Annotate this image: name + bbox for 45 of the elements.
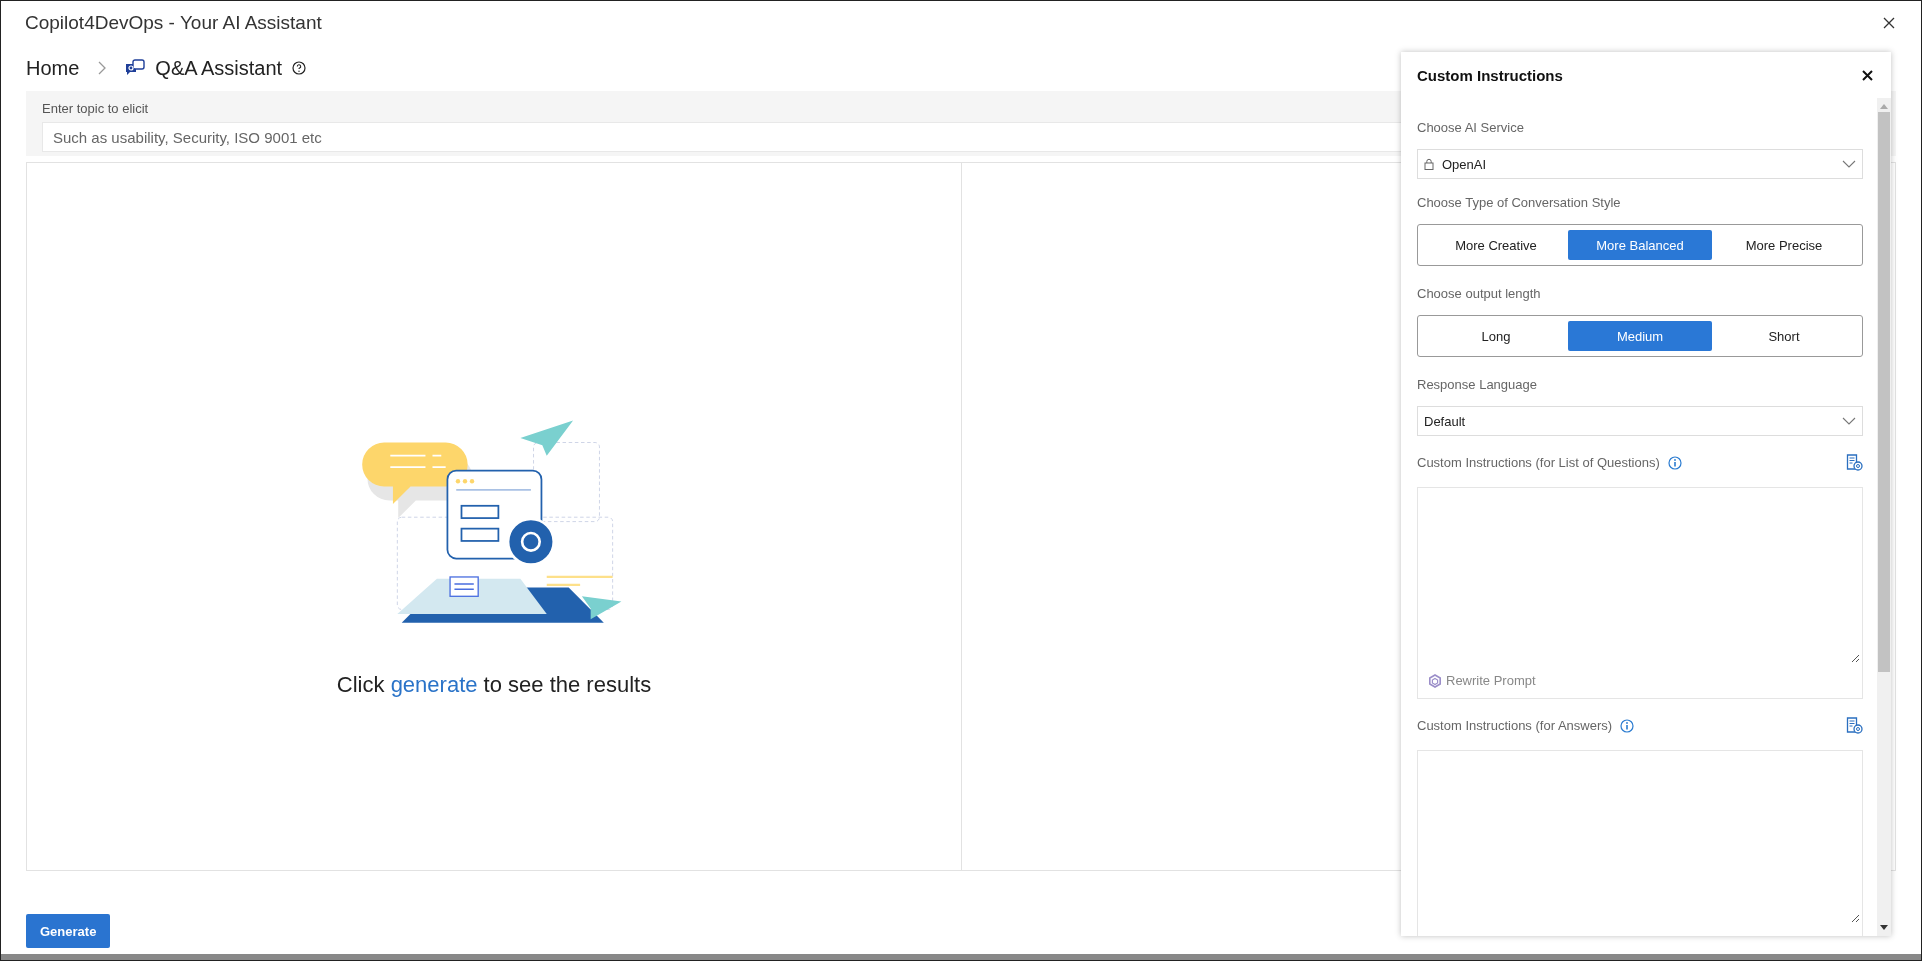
option-button[interactable]: More Balanced [1568, 230, 1712, 260]
close-icon [1883, 17, 1895, 29]
dropdown[interactable]: Default [1417, 406, 1863, 436]
window-title: Copilot4DevOps - Your AI Assistant [25, 12, 322, 34]
resize-grip-icon [1850, 653, 1860, 663]
close-button[interactable] [1881, 15, 1897, 31]
info-icon[interactable] [1667, 455, 1682, 470]
generate-button[interactable]: Generate [26, 914, 111, 948]
field-label: Response Language [1417, 377, 1538, 392]
help-icon[interactable] [292, 61, 307, 75]
close-button[interactable] [1860, 67, 1875, 83]
chevron-down-icon [1842, 417, 1856, 425]
scroll-down-icon[interactable] [1880, 925, 1888, 930]
qa-icon [125, 59, 146, 77]
scrollbar-thumb[interactable] [1878, 112, 1890, 672]
chevron-right-icon [97, 61, 108, 75]
panel-title: Custom Instructions [1417, 66, 1563, 84]
document-settings-icon[interactable] [1846, 717, 1863, 734]
option-button[interactable]: More Precise [1712, 230, 1856, 260]
info-icon[interactable] [1620, 718, 1635, 733]
field-label: Custom Instructions (for Answers) [1417, 718, 1613, 733]
field-label: Custom Instructions (for List of Questions) [1417, 455, 1660, 470]
option-button[interactable]: More Creative [1424, 230, 1568, 260]
empty-state-message: Click generate to see the results [336, 671, 652, 698]
option-button[interactable]: Long [1424, 321, 1568, 351]
dropdown[interactable]: OpenAI [1417, 149, 1863, 179]
instructions-field[interactable]: Rewrite Prompt [1417, 487, 1863, 699]
topic-label: Enter topic to elicit [42, 101, 150, 116]
document-settings-icon[interactable] [1846, 454, 1863, 471]
field-label: Choose output length [1417, 286, 1542, 301]
close-icon [1862, 69, 1873, 81]
dropdown-value: OpenAI [1442, 156, 1487, 172]
field-label: Choose AI Service [1417, 120, 1525, 135]
page-title: Q&A Assistant [155, 56, 283, 80]
scrollbar[interactable] [1877, 98, 1891, 936]
generate-link[interactable]: generate [390, 671, 478, 697]
resize-grip-icon [1850, 913, 1860, 923]
field-label: Choose Type of Conversation Style [1417, 195, 1622, 210]
option-button[interactable]: Short [1712, 321, 1856, 351]
home-link[interactable]: Home [26, 56, 80, 80]
hexagon-icon [1428, 673, 1442, 688]
dropdown-value: Default [1424, 413, 1466, 429]
rewrite-prompt-button[interactable]: Rewrite Prompt [1428, 673, 1536, 688]
option-button[interactable]: Medium [1568, 321, 1712, 351]
chevron-down-icon [1842, 160, 1856, 168]
